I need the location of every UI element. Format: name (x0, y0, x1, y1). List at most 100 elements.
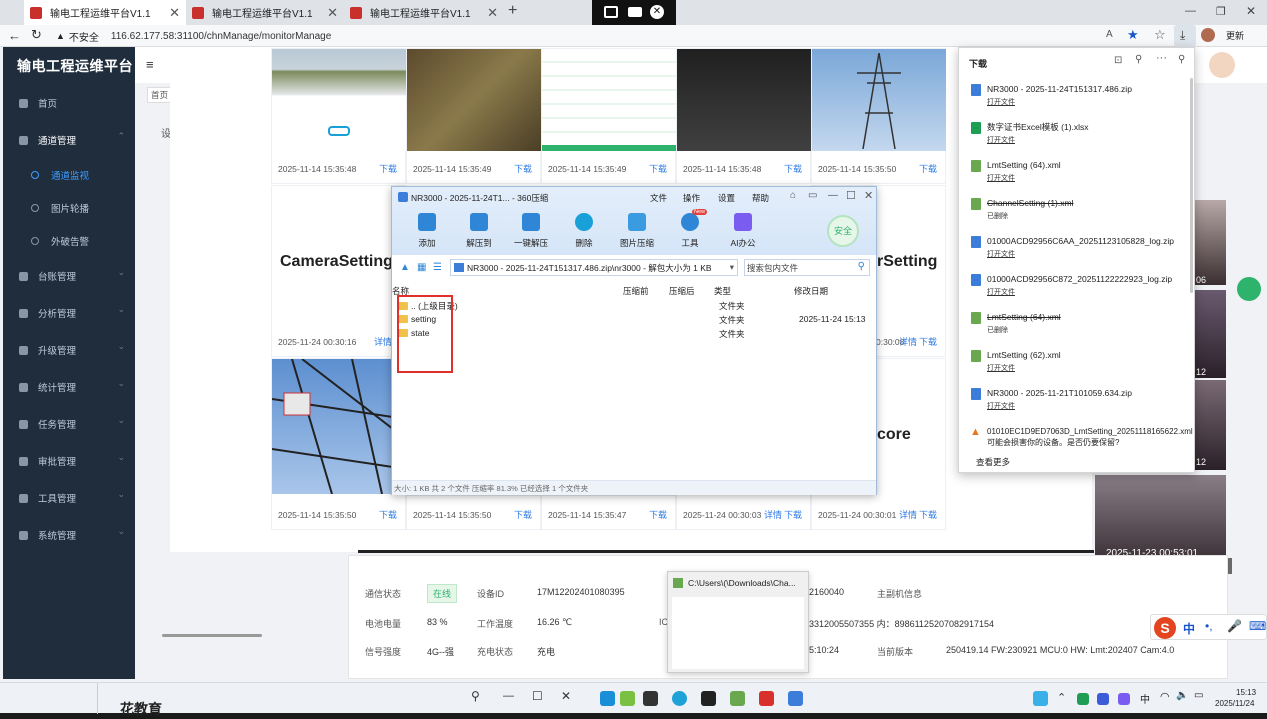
close-tab-icon[interactable]: ✕ (327, 5, 338, 21)
tool-extract-to[interactable]: 解压到 (459, 213, 499, 249)
wps-icon[interactable] (759, 691, 774, 706)
tray-app-icon[interactable] (1033, 691, 1048, 706)
download-link[interactable]: 下载 (919, 335, 937, 348)
dropdown-icon[interactable]: ▾ (730, 262, 734, 273)
favorites-icon[interactable]: ☆ (1154, 27, 1166, 43)
image-card[interactable]: 2025-11-14 15:35:49 下载 (541, 48, 676, 184)
update-button[interactable]: 更新 (1226, 29, 1244, 42)
sidebar-item-statistics[interactable]: 统计管理 ⌄ (19, 378, 129, 394)
file-manager-icon[interactable] (600, 691, 615, 706)
open-file-link[interactable]: 打开文件 (987, 401, 1015, 411)
list-view-icon[interactable]: ☰ (433, 262, 442, 273)
terminal-icon[interactable] (701, 691, 716, 706)
download-link[interactable]: 下载 (919, 508, 937, 521)
maximize-icon[interactable]: ☐ (846, 189, 856, 202)
download-link[interactable]: 下载 (919, 162, 937, 175)
ime-indicator[interactable]: 中 (1140, 691, 1150, 706)
read-aloud-icon[interactable]: A (1106, 29, 1113, 40)
user-avatar[interactable] (1209, 52, 1235, 78)
download-link[interactable]: 下载 (784, 508, 802, 521)
sidebar-item-analysis[interactable]: 分析管理 ⌄ (19, 304, 129, 320)
menu-settings[interactable]: 设置 (718, 192, 735, 204)
column-date[interactable]: 修改日期 (794, 285, 828, 297)
sidebar-item-channel[interactable]: 通道管理 ⌃ (19, 131, 129, 147)
search-icon[interactable]: ⚲ (1135, 54, 1142, 65)
sidebar-item-upgrade[interactable]: 升级管理 ⌄ (19, 341, 129, 357)
file-card[interactable]: 2025-11-24 00:30:16 下 详情 (271, 185, 406, 357)
thumbnail[interactable] (542, 49, 676, 151)
image-card[interactable]: 2025-11-14 15:35:50 下载 (406, 495, 541, 530)
side-thumbnail[interactable] (1192, 290, 1226, 378)
column-type[interactable]: 类型 (714, 285, 731, 297)
menu-file[interactable]: 文件 (650, 192, 667, 204)
column-before[interactable]: 压缩前 (623, 285, 649, 297)
side-thumbnail[interactable] (1192, 200, 1226, 285)
taskbar-preview-popup[interactable]: C:\Users\(\Downloads\Cha... (667, 571, 809, 673)
pin-icon[interactable]: ⚲ (471, 689, 480, 703)
ime-language[interactable]: 中 (1183, 620, 1195, 637)
menu-operate[interactable]: 操作 (683, 192, 700, 204)
edge-browser-icon[interactable] (672, 691, 687, 706)
tray-icon[interactable] (1077, 693, 1089, 705)
sogou-logo-icon[interactable]: S (1154, 617, 1176, 639)
downloads-icon[interactable]: ⤓ (1174, 25, 1196, 47)
zip-app-icon[interactable] (788, 691, 803, 706)
safe-shield-icon[interactable]: 安全 (827, 215, 859, 247)
browser-tab[interactable]: 输电工程运维平台V1.1 ✕ (344, 0, 504, 25)
image-card[interactable]: 2025-11-14 15:35:48 下载 (676, 48, 811, 184)
sidebar-item-channel-monitor[interactable]: 通道监视 (31, 168, 89, 182)
open-file-link[interactable]: 打开文件 (987, 363, 1015, 373)
app-icon[interactable] (620, 691, 635, 706)
notepad-icon[interactable] (730, 691, 745, 706)
tool-add[interactable]: 添加 (407, 213, 447, 249)
sidebar-item-tools[interactable]: 工具管理 ⌄ (19, 489, 129, 505)
download-link[interactable]: 下载 (514, 508, 532, 521)
tool-image-compress[interactable]: 图片压缩 (617, 213, 657, 249)
clock-time[interactable]: 15:13 (1236, 688, 1256, 697)
app-icon[interactable] (643, 691, 658, 706)
search-input[interactable]: 搜索包内文件 ⚲ (744, 259, 870, 276)
open-file-link[interactable]: 打开文件 (987, 287, 1015, 297)
image-card[interactable]: 2025-11-14 15:35:47 下载 (541, 495, 676, 530)
sidebar-item-tasks[interactable]: 任务管理 ⌄ (19, 415, 129, 431)
sidebar-item-system[interactable]: 系统管理 ⌄ (19, 526, 129, 542)
microphone-icon[interactable]: 🎤 (1227, 619, 1242, 633)
download-link[interactable]: 下载 (379, 508, 397, 521)
download-link[interactable]: 下载 (784, 162, 802, 175)
search-icon[interactable]: ⚲ (858, 261, 865, 272)
skin-icon[interactable]: ⌂ (790, 190, 796, 201)
back-icon[interactable]: ← (8, 28, 21, 43)
browser-tab[interactable]: 输电工程运维平台V1.1 ✕ (24, 0, 186, 25)
profile-avatar[interactable] (1201, 28, 1215, 42)
download-link[interactable]: 下载 (379, 162, 397, 175)
horizontal-scrollbar[interactable] (162, 634, 262, 637)
volume-icon[interactable]: 🔈 (1176, 690, 1188, 701)
close-icon[interactable]: ✕ (561, 689, 571, 703)
tool-tools[interactable]: 工具 (670, 213, 710, 249)
new-tab-icon[interactable]: + (508, 2, 517, 20)
assistant-float-icon[interactable] (1237, 277, 1261, 301)
capture-icon[interactable] (604, 6, 618, 18)
browser-tab[interactable]: 输电工程运维平台V1.1 ✕ (186, 0, 344, 25)
tray-icon[interactable] (1097, 693, 1109, 705)
thumbnail[interactable] (677, 49, 811, 151)
minimize-icon[interactable]: — (1185, 5, 1196, 17)
image-card[interactable]: 2025-11-14 15:35:50 下载 (811, 48, 946, 184)
open-file-link[interactable]: 打开文件 (987, 97, 1015, 107)
image-card[interactable]: 2025-11-14 15:35:49 下载 (406, 48, 541, 184)
more-icon[interactable]: ··· (1156, 52, 1167, 64)
wifi-icon[interactable]: ◠ (1160, 690, 1170, 703)
breadcrumb-home-tag[interactable]: 首页 (147, 87, 173, 103)
path-field[interactable]: NR3000 - 2025-11-24T151317.486.zip\nr300… (450, 259, 738, 276)
detail-link[interactable]: 详情 (899, 335, 917, 348)
favorite-star-icon[interactable]: ★ (1127, 27, 1139, 43)
url-field[interactable]: ▲ 不安全 116.62.177.58:31100/chnManage/moni… (56, 27, 1086, 45)
preview-thumbnail[interactable] (672, 597, 804, 669)
sidebar-item-approval[interactable]: 审批管理 ⌄ (19, 452, 129, 468)
up-folder-icon[interactable]: ▲ (400, 262, 410, 273)
tray-expand-icon[interactable]: ⌃ (1057, 691, 1066, 704)
maximize-icon[interactable]: ☐ (532, 689, 543, 703)
scrollbar[interactable] (1190, 78, 1193, 293)
tool-ai-office[interactable]: AI办公 (723, 213, 763, 249)
tool-delete[interactable]: 删除 (564, 213, 604, 249)
